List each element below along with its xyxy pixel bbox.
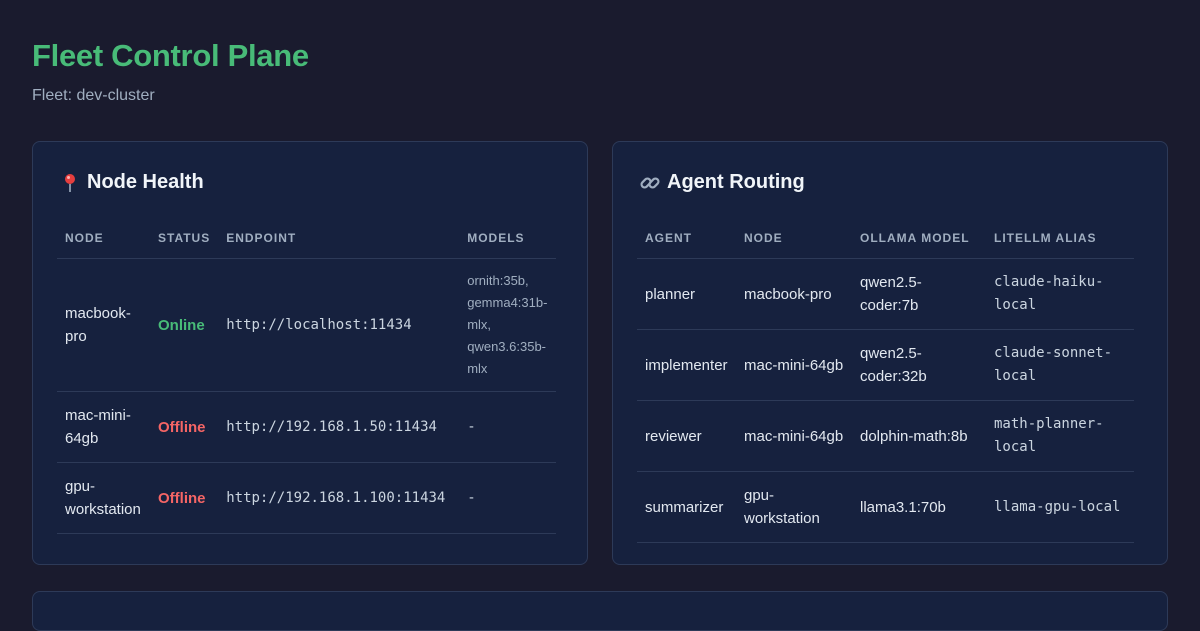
status-badge: Offline xyxy=(150,462,219,534)
column-header-node: NODE xyxy=(736,217,852,259)
ollama-model: qwen2.5-coder:32b xyxy=(852,329,986,401)
endpoint-value: http://192.168.1.50:11434 xyxy=(218,391,460,463)
ollama-model: qwen2.5-coder:7b xyxy=(852,258,986,330)
column-header-status: STATUS xyxy=(150,217,219,259)
agent-name: summarizer xyxy=(637,471,736,543)
agent-name: reviewer xyxy=(637,400,736,472)
agent-node: gpu-workstation xyxy=(736,471,852,543)
ollama-model: llama3.1:70b xyxy=(852,471,986,543)
node-health-heading: Node Health xyxy=(59,171,204,194)
table-row: gpu-workstation Offline http://192.168.1… xyxy=(57,462,557,534)
models-list: - xyxy=(459,462,557,534)
bottom-panel xyxy=(32,591,1168,631)
fleet-subtitle: Fleet: dev-cluster xyxy=(32,87,155,104)
node-name: mac-mini-64gb xyxy=(57,391,150,463)
column-header-models: MODELS xyxy=(459,217,557,259)
agent-node: mac-mini-64gb xyxy=(736,400,852,472)
node-name: macbook-pro xyxy=(57,258,150,392)
table-row: planner macbook-pro qwen2.5-coder:7b cla… xyxy=(637,258,1134,330)
column-header-litellm-alias: LITELLM ALIAS xyxy=(986,217,1134,259)
node-health-table: NODE STATUS ENDPOINT MODELS macbook-pro … xyxy=(57,217,557,534)
table-row: reviewer mac-mini-64gb dolphin-math:8b m… xyxy=(637,400,1134,472)
ollama-model: dolphin-math:8b xyxy=(852,400,986,472)
node-health-panel: Node Health NODE STATUS ENDPOINT MODELS … xyxy=(32,141,588,565)
agent-routing-panel: Agent Routing AGENT NODE OLLAMA MODEL LI… xyxy=(612,141,1168,565)
agent-name: implementer xyxy=(637,329,736,401)
table-row: macbook-pro Online http://localhost:1143… xyxy=(57,258,557,392)
column-header-node: NODE xyxy=(57,217,150,259)
page-title: Fleet Control Plane xyxy=(32,38,309,73)
agent-routing-title: Agent Routing xyxy=(667,171,805,193)
table-row: mac-mini-64gb Offline http://192.168.1.5… xyxy=(57,391,557,463)
agent-routing-heading: Agent Routing xyxy=(639,171,805,194)
node-name: gpu-workstation xyxy=(57,462,150,534)
node-health-title: Node Health xyxy=(87,171,204,193)
endpoint-value: http://localhost:11434 xyxy=(218,258,460,392)
status-badge: Online xyxy=(150,258,219,392)
litellm-alias: claude-haiku-local xyxy=(986,258,1134,330)
litellm-alias: math-planner-local xyxy=(986,400,1134,472)
agent-node: macbook-pro xyxy=(736,258,852,330)
table-row: summarizer gpu-workstation llama3.1:70b … xyxy=(637,471,1134,543)
litellm-alias: llama-gpu-local xyxy=(986,471,1134,543)
agent-name: planner xyxy=(637,258,736,330)
litellm-alias: claude-sonnet-local xyxy=(986,329,1134,401)
status-badge: Offline xyxy=(150,391,219,463)
column-header-ollama-model: OLLAMA MODEL xyxy=(852,217,986,259)
models-list: ornith:35b, gemma4:31b-mlx, qwen3.6:35b-… xyxy=(459,258,557,392)
column-header-endpoint: ENDPOINT xyxy=(218,217,460,259)
agent-node: mac-mini-64gb xyxy=(736,329,852,401)
column-header-agent: AGENT xyxy=(637,217,736,259)
agent-routing-table: AGENT NODE OLLAMA MODEL LITELLM ALIAS pl… xyxy=(637,217,1134,543)
endpoint-value: http://192.168.1.100:11434 xyxy=(218,462,460,534)
table-row: implementer mac-mini-64gb qwen2.5-coder:… xyxy=(637,329,1134,401)
models-list: - xyxy=(459,391,557,463)
link-icon xyxy=(639,172,661,194)
pushpin-icon xyxy=(59,172,81,194)
